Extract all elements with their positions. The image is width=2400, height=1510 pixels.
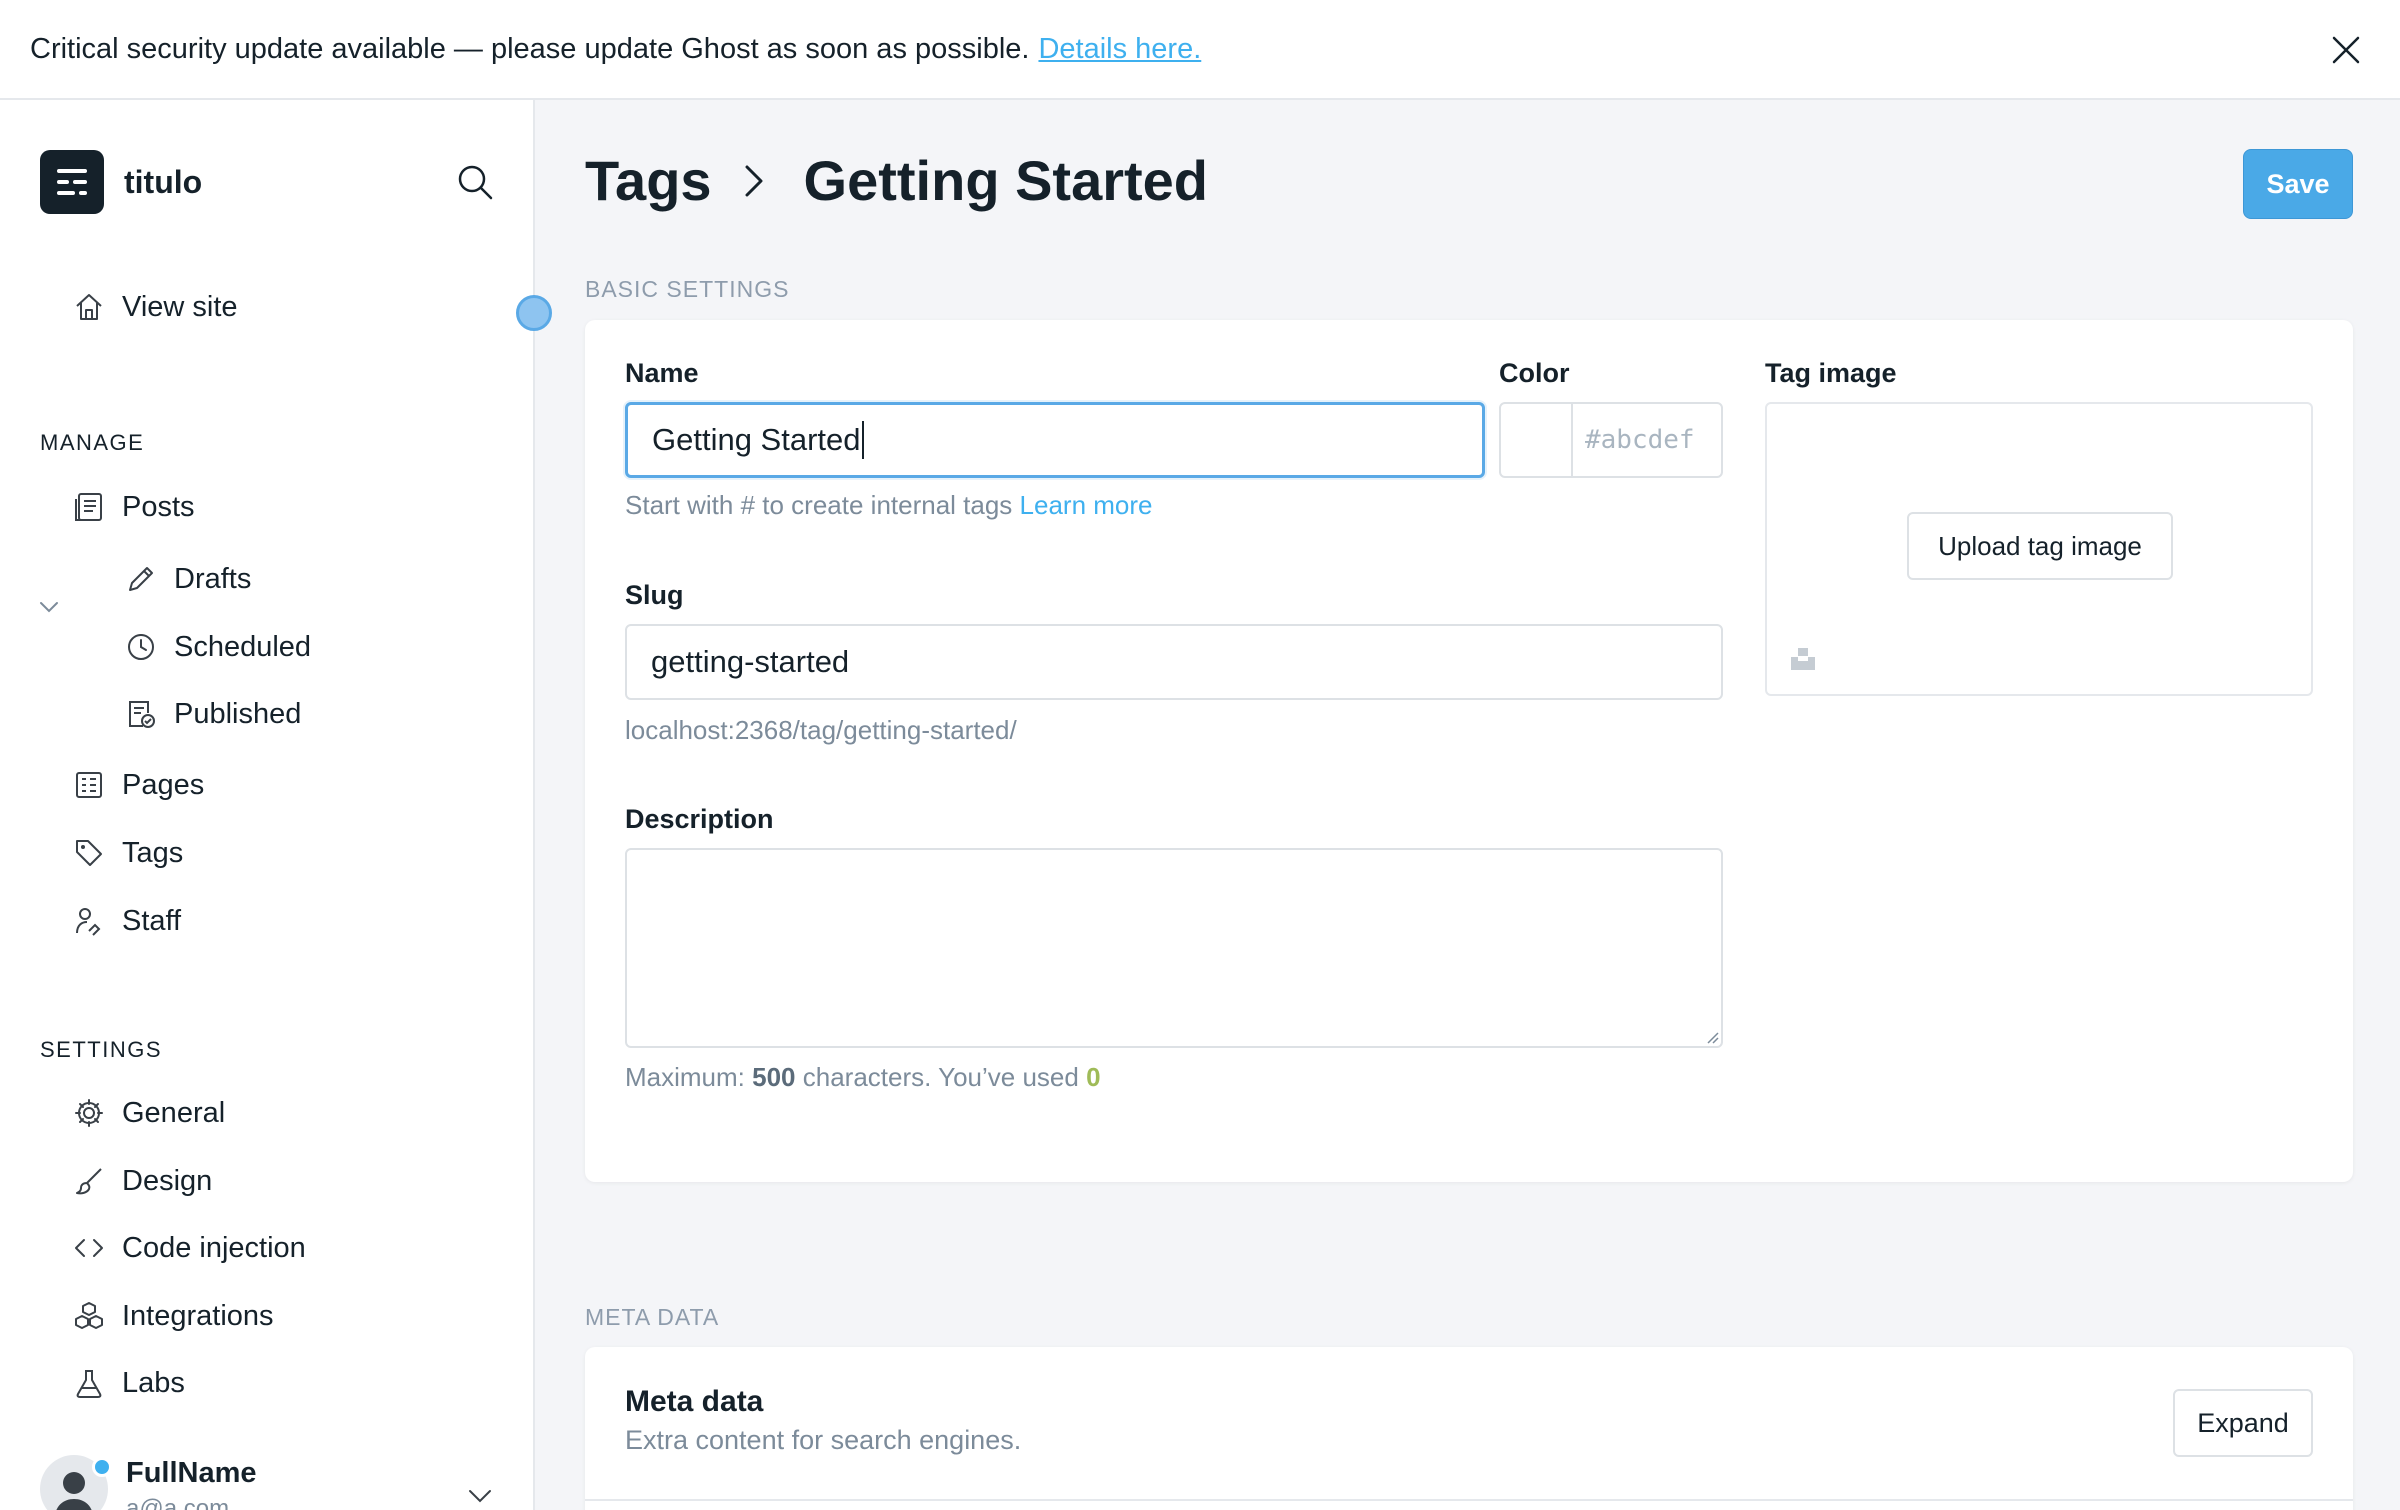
tag-image-dropzone[interactable]: Upload tag image [1765, 402, 2313, 696]
nav-labs[interactable]: Labs [72, 1366, 185, 1400]
slug-input-value: getting-started [651, 644, 850, 679]
nav-pages[interactable]: Pages [72, 768, 204, 802]
nav-general[interactable]: General [72, 1096, 225, 1130]
name-input[interactable]: Getting Started [625, 402, 1485, 478]
nav-design[interactable]: Design [72, 1164, 212, 1198]
onboarding-pulse-indicator[interactable] [516, 295, 552, 331]
name-hint: Start with # to create internal tags Lea… [625, 490, 1153, 521]
resize-handle-icon[interactable] [1703, 1028, 1719, 1044]
page-title: Getting Started [803, 149, 1209, 212]
counter-max: 500 [752, 1062, 796, 1092]
nav-drafts-label: Drafts [174, 562, 252, 595]
unsplash-icon[interactable] [1789, 644, 1817, 672]
pencil-icon [124, 562, 158, 596]
banner-message: Critical security update available — ple… [30, 32, 1030, 65]
staff-icon [72, 904, 106, 938]
slug-url: localhost:2368/tag/getting-started/ [625, 715, 1017, 745]
nav-posts[interactable]: Posts [72, 490, 195, 524]
banner-details-link[interactable]: Details here. [1038, 33, 1201, 66]
nav-view-site-label: View site [122, 290, 238, 323]
sidebar: titulo View site MANAGE Posts Drafts Sch… [0, 100, 535, 1510]
chevron-down-icon[interactable] [466, 1482, 494, 1510]
breadcrumb-tags-link[interactable]: Tags [585, 148, 712, 213]
nav-published-label: Published [174, 697, 302, 730]
color-label: Color [1499, 358, 1570, 388]
chevron-right-icon [745, 165, 763, 196]
basic-settings-label: BASIC SETTINGS [585, 276, 790, 302]
nav-scheduled-label: Scheduled [174, 630, 312, 663]
learn-more-link[interactable]: Learn more [1020, 490, 1153, 520]
nav-scheduled[interactable]: Scheduled [124, 630, 311, 664]
meta-data-description: Extra content for search engines. [625, 1425, 1022, 1455]
text-cursor [861, 421, 864, 459]
color-placeholder: #abcdef [1585, 425, 1695, 455]
counter-middle: characters. You’ve used [802, 1062, 1079, 1092]
nav-design-label: Design [122, 1164, 213, 1197]
counter-used: 0 [1086, 1062, 1101, 1092]
brand[interactable]: titulo [40, 150, 202, 214]
gear-icon [72, 1096, 106, 1130]
name-hint-text: Start with # to create internal tags [625, 490, 1013, 520]
upload-tag-image-button[interactable]: Upload tag image [1907, 512, 2173, 580]
nav-labs-label: Labs [122, 1366, 185, 1399]
code-icon [72, 1231, 106, 1265]
nav-code-injection-label: Code injection [122, 1231, 306, 1264]
nav-staff-label: Staff [122, 904, 182, 937]
clock-icon [124, 630, 158, 664]
flask-icon [72, 1366, 106, 1400]
nav-published[interactable]: Published [124, 697, 301, 731]
counter-prefix: Maximum: [625, 1062, 745, 1092]
slug-input[interactable]: getting-started [625, 624, 1723, 700]
security-banner: Critical security update available — ple… [0, 0, 2400, 100]
nav-integrations-label: Integrations [122, 1299, 274, 1332]
name-label: Name [625, 358, 699, 388]
divider [585, 1499, 2353, 1501]
color-swatch[interactable] [1501, 404, 1573, 476]
nav-tags-label: Tags [122, 836, 184, 869]
nav-pages-label: Pages [122, 768, 205, 801]
breadcrumb: Tags Getting Started [585, 148, 1208, 213]
published-icon [124, 697, 158, 731]
search-icon[interactable] [455, 162, 495, 202]
meta-data-title: Meta data [625, 1385, 764, 1418]
meta-data-section-label: META DATA [585, 1304, 720, 1330]
nav-view-site[interactable]: View site [72, 290, 238, 324]
color-input[interactable]: #abcdef [1499, 402, 1723, 478]
tag-image-label: Tag image [1765, 358, 1897, 388]
brush-icon [72, 1164, 106, 1198]
home-icon [72, 290, 106, 324]
nav-integrations[interactable]: Integrations [72, 1299, 274, 1333]
nav-tags[interactable]: Tags [72, 836, 183, 870]
posts-icon [72, 490, 106, 524]
description-textarea[interactable] [625, 848, 1723, 1048]
description-counter: Maximum: 500 characters. You’ve used 0 [625, 1062, 1101, 1093]
nav-code-injection[interactable]: Code injection [72, 1231, 306, 1265]
user-name: FullName [126, 1457, 257, 1489]
slug-label: Slug [625, 580, 684, 610]
meta-data-card: Meta data Extra content for search engin… [585, 1347, 2353, 1510]
tag-icon [72, 836, 106, 870]
save-button[interactable]: Save [2243, 149, 2353, 219]
user-email: a@a.com [126, 1495, 230, 1510]
integrations-icon [72, 1299, 106, 1333]
settings-section-label: SETTINGS [40, 1037, 163, 1062]
notification-dot [92, 1457, 112, 1477]
name-input-value: Getting Started [652, 422, 861, 457]
nav-drafts[interactable]: Drafts [124, 562, 251, 596]
site-title: titulo [124, 163, 203, 200]
expand-button[interactable]: Expand [2173, 1389, 2313, 1457]
basic-settings-card: Name Getting Started Start with # to cre… [585, 320, 2353, 1182]
site-logo-icon [40, 150, 104, 214]
nav-general-label: General [122, 1096, 226, 1129]
nav-posts-label: Posts [122, 490, 195, 523]
chevron-down-icon[interactable] [38, 596, 60, 618]
manage-section-label: MANAGE [40, 430, 145, 455]
description-label: Description [625, 804, 774, 834]
close-icon[interactable] [2328, 32, 2364, 68]
pages-icon [72, 768, 106, 802]
nav-staff[interactable]: Staff [72, 904, 181, 938]
